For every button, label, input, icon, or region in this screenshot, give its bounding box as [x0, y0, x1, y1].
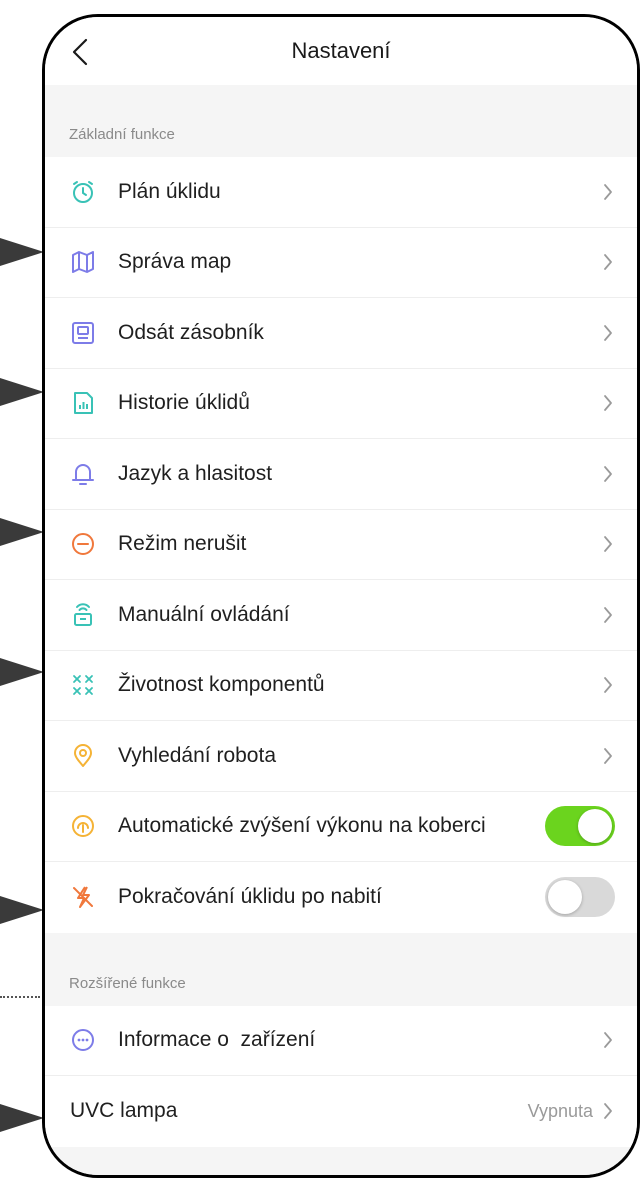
row-uvc-lamp[interactable]: UVC lampa Vypnuta: [45, 1076, 637, 1147]
row-manual-control[interactable]: Manuální ovládání: [45, 580, 637, 651]
row-cleaning-schedule[interactable]: Plán úklidu: [45, 157, 637, 228]
row-label: Správa map: [118, 250, 232, 274]
alarm-clock-icon: [70, 179, 96, 205]
chevron-right-icon: [601, 534, 615, 554]
annotation-dotted-line: [0, 996, 40, 998]
row-map-management[interactable]: Správa map: [45, 228, 637, 298]
section-header-advanced: Rozšířené funkce: [45, 932, 637, 1006]
row-cleaning-history[interactable]: Historie úklidů: [45, 369, 637, 439]
info-dots-icon: [70, 1027, 96, 1053]
row-label: Jazyk a hlasitost: [118, 461, 273, 485]
row-label: Životnost komponentů: [118, 673, 325, 697]
chevron-right-icon: [601, 746, 615, 766]
row-label: Informace o zařízení: [118, 1028, 316, 1052]
chevron-right-icon: [601, 464, 615, 484]
row-find-robot[interactable]: Vyhledání robota: [45, 721, 637, 792]
map-icon: [70, 249, 96, 275]
row-carpet-boost: Automatické zvýšení výkonu na koberci: [45, 792, 637, 862]
chevron-right-icon: [601, 182, 615, 202]
chevron-right-icon: [601, 393, 615, 413]
components-icon: [70, 672, 96, 698]
page-title: Nastavení: [291, 38, 391, 63]
resume-after-charge-toggle[interactable]: [545, 877, 615, 918]
advanced-functions-list: Informace o zařízení UVC lampa Vypnuta: [45, 1005, 637, 1147]
dustbin-station-icon: [70, 320, 96, 346]
row-label: UVC lampa: [70, 1099, 178, 1123]
annotation-pointer: [0, 378, 44, 406]
row-label: Plán úklidu: [118, 179, 221, 203]
row-label: Manuální ovládání: [118, 602, 290, 626]
history-chart-icon: [70, 390, 96, 416]
toggle-knob: [578, 809, 612, 844]
bell-icon: [70, 461, 96, 487]
carpet-boost-icon: [70, 813, 96, 839]
section-header-basic: Základní funkce: [45, 85, 637, 157]
location-pin-icon: [70, 743, 96, 769]
chevron-right-icon: [601, 323, 615, 343]
annotation-pointer: [0, 896, 44, 924]
chevron-right-icon: [601, 1030, 615, 1050]
annotation-pointer: [0, 658, 44, 686]
annotation-pointer: [0, 1104, 44, 1132]
bottom-padding: [45, 1146, 637, 1175]
row-device-info[interactable]: Informace o zařízení: [45, 1006, 637, 1076]
carpet-boost-toggle[interactable]: [545, 806, 615, 847]
row-label: Režim nerušit: [118, 532, 247, 556]
chevron-right-icon: [601, 675, 615, 695]
chevron-right-icon: [601, 605, 615, 625]
row-resume-after-charge: Pokračování úklidu po nabití: [45, 862, 637, 933]
row-label: Vyhledání robota: [118, 743, 277, 767]
row-label: Pokračování úklidu po nabití: [118, 885, 382, 909]
row-do-not-disturb[interactable]: Režim nerušit: [45, 510, 637, 580]
back-button[interactable]: [65, 35, 95, 69]
toggle-knob: [548, 880, 582, 915]
row-component-lifetime[interactable]: Životnost komponentů: [45, 651, 637, 721]
uvc-lamp-status: Vypnuta: [527, 1100, 593, 1121]
row-label: Historie úklidů: [118, 391, 250, 415]
row-language-volume[interactable]: Jazyk a hlasitost: [45, 439, 637, 510]
back-chevron-icon: [72, 38, 88, 66]
row-empty-dustbin[interactable]: Odsát zásobník: [45, 298, 637, 369]
basic-functions-list: Plán úklidu Správa map Odsát zásobník Hi…: [45, 157, 637, 933]
annotation-pointer: [0, 238, 44, 266]
remote-control-icon: [70, 602, 96, 628]
annotation-pointer: [0, 518, 44, 546]
charging-bolt-icon: [70, 884, 96, 910]
row-label: Automatické zvýšení výkonu na koberci: [118, 814, 486, 838]
do-not-disturb-icon: [70, 531, 96, 557]
row-label: Odsát zásobník: [118, 320, 264, 344]
phone-frame: Nastavení Základní funkce Plán úklidu Sp…: [42, 14, 640, 1178]
chevron-right-icon: [601, 1101, 615, 1121]
navigation-bar: Nastavení: [45, 17, 637, 85]
chevron-right-icon: [601, 252, 615, 272]
